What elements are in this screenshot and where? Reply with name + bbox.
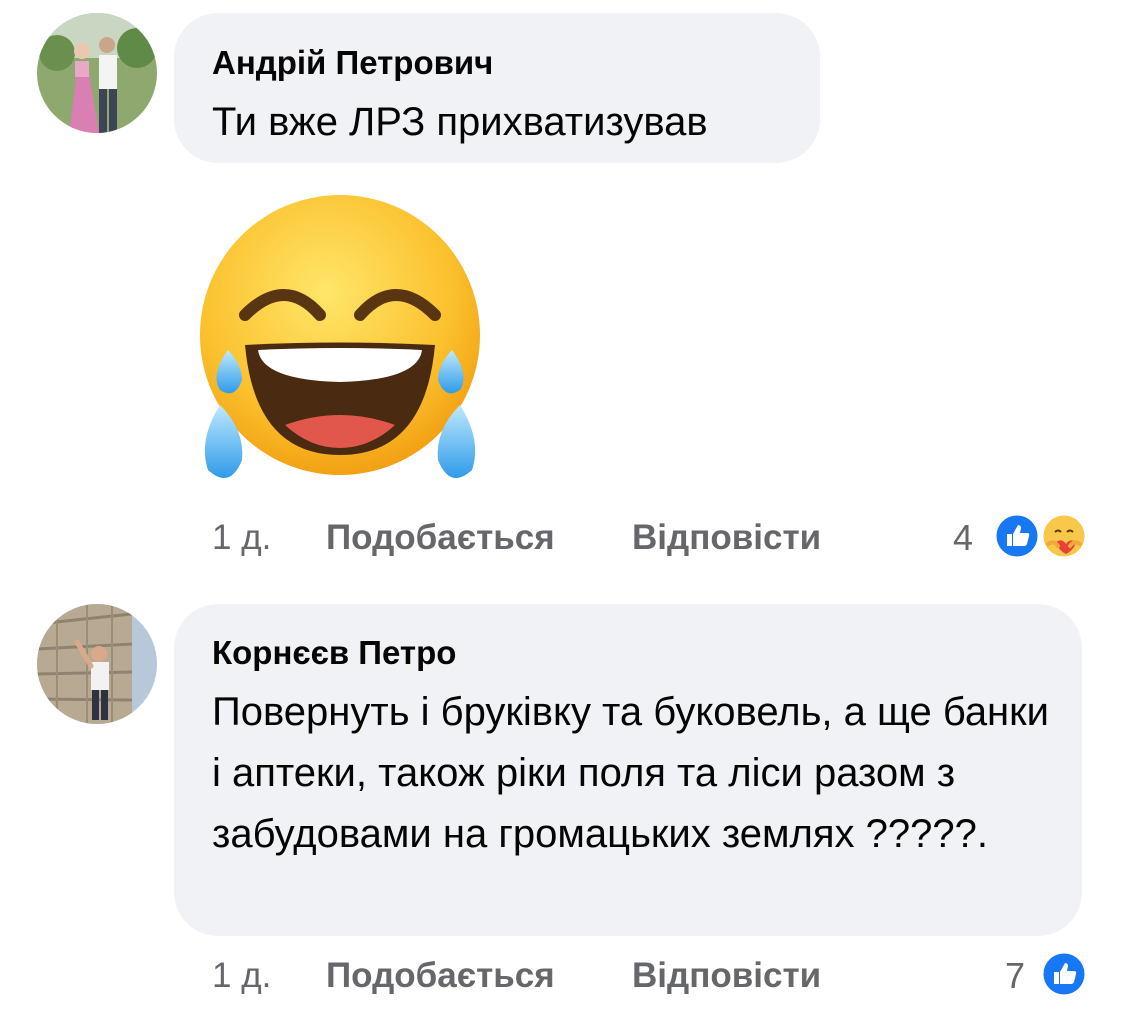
avatar[interactable] [37,604,157,724]
face-with-tears-of-joy-emoji [190,190,490,490]
comment-text: Ти вже ЛРЗ прихватизував [212,100,708,144]
reply-button[interactable]: Відповісти [632,956,821,996]
care-icon[interactable] [1040,512,1088,560]
reaction-count[interactable]: 4 [953,517,973,559]
comment-author[interactable]: Корнєєв Петро [212,634,456,672]
like-button[interactable]: Подобається [326,956,555,996]
avatar[interactable] [37,13,157,133]
reply-button[interactable]: Відповісти [632,518,821,558]
like-icon[interactable] [993,512,1041,560]
like-button[interactable]: Подобається [326,518,555,558]
like-icon[interactable] [1040,950,1088,998]
reaction-count[interactable]: 7 [1005,955,1025,997]
comment-time[interactable]: 1 д. [212,956,271,996]
comment-author[interactable]: Андрій Петрович [212,44,493,82]
comment-time[interactable]: 1 д. [212,518,271,558]
comment-text: Повернуть і бруківку та буковель, а ще б… [212,690,1049,856]
